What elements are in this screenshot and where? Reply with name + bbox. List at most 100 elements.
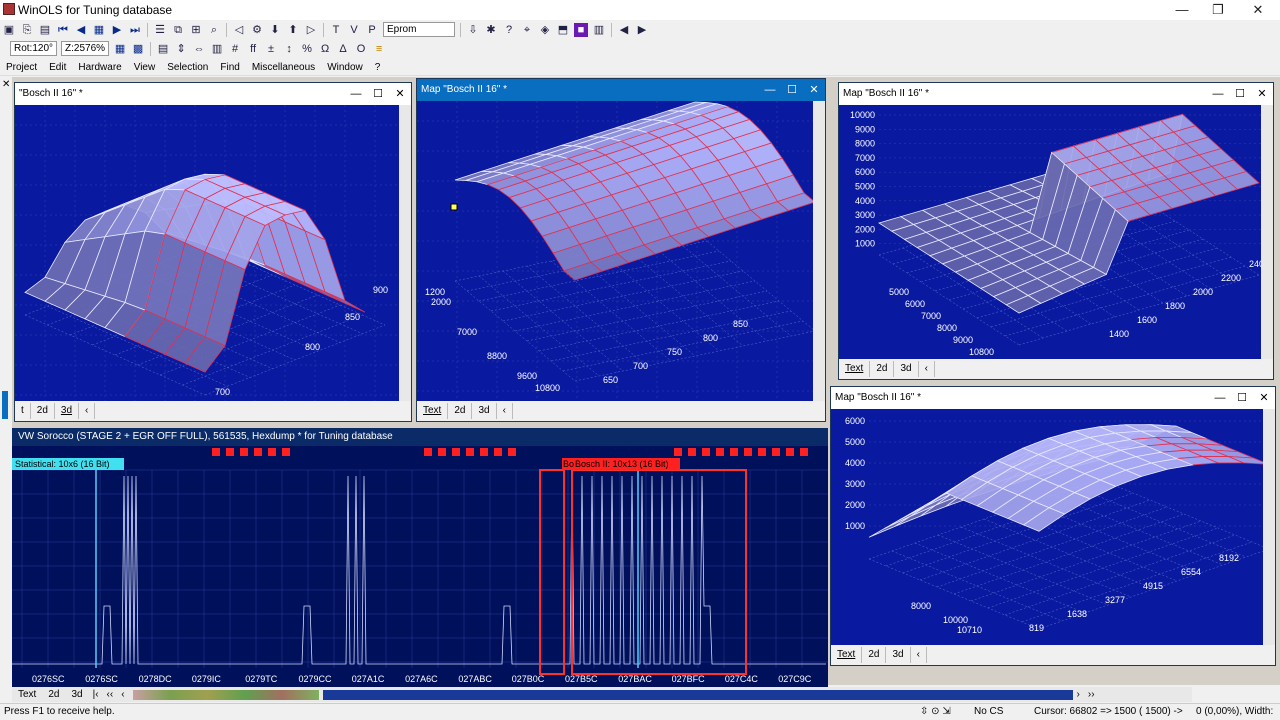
nav-right-icon[interactable]: ▶: [635, 23, 649, 37]
first-icon[interactable]: ⏮: [56, 23, 70, 37]
hexdump-graph[interactable]: Statistical: 10x6 (16 Bit) Bo Bosch II: 10…: [12, 446, 1131, 688]
vertical-scrollbar[interactable]: [1263, 409, 1275, 645]
diff-icon[interactable]: Δ: [336, 42, 350, 56]
forward-icon[interactable]: ▷: [304, 23, 318, 37]
maximize-icon[interactable]: ☐: [367, 83, 389, 105]
menu-find[interactable]: Find: [220, 62, 239, 73]
map-icon[interactable]: ◈: [538, 23, 552, 37]
hex-icon[interactable]: #: [228, 42, 242, 56]
p-icon[interactable]: P: [365, 23, 379, 37]
ff-icon[interactable]: ff: [246, 42, 260, 56]
minimize-button[interactable]: —: [1164, 0, 1200, 20]
close-icon[interactable]: ✕: [1251, 83, 1273, 105]
minimize-icon[interactable]: —: [759, 79, 781, 101]
columns-icon[interactable]: ▥: [592, 23, 606, 37]
next-icon[interactable]: ▶: [110, 23, 124, 37]
list-icon[interactable]: ☰: [153, 23, 167, 37]
scroll-left-icon[interactable]: ‹: [911, 647, 927, 663]
menu-selection[interactable]: Selection: [167, 62, 208, 73]
dock-arrow-icon[interactable]: [2, 391, 8, 419]
vertical-scrollbar[interactable]: [813, 101, 825, 401]
import-icon[interactable]: ⇩: [466, 23, 480, 37]
map-window-4[interactable]: Map "Bosch II 16" * — ☐ ✕ 6000 5000 4000 30…: [830, 386, 1276, 666]
view-3d-icon[interactable]: ▩: [131, 42, 145, 56]
original-icon[interactable]: Ω: [318, 42, 332, 56]
write-icon[interactable]: ⬆: [286, 23, 300, 37]
tab-2d[interactable]: 2d: [870, 361, 895, 377]
minimize-icon[interactable]: —: [1207, 83, 1229, 105]
vertical-scrollbar[interactable]: [1261, 105, 1273, 359]
tab-2d[interactable]: 2d: [42, 689, 65, 700]
map-window-1[interactable]: "Bosch II 16" * — ☐ ✕ 700 800 850 900 t 2d …: [14, 82, 412, 422]
map-window-2[interactable]: Map "Bosch II 16" * — ☐ ✕ 1200 2000 7000 88…: [416, 78, 826, 422]
tab-3d[interactable]: 3d: [886, 647, 911, 663]
scroll-left-icon[interactable]: ‹: [117, 689, 128, 700]
read-icon[interactable]: ⬇: [268, 23, 282, 37]
height-icon[interactable]: ⇕: [174, 42, 188, 56]
horizontal-scrollbar[interactable]: [322, 689, 1073, 700]
maximize-icon[interactable]: ☐: [1229, 83, 1251, 105]
minimize-icon[interactable]: —: [1209, 387, 1231, 409]
cols-icon[interactable]: ▥: [210, 42, 224, 56]
3d-plot[interactable]: 6000 5000 4000 3000 2000 1000 8000 10000 10710 81…: [831, 409, 1263, 645]
tab-2d[interactable]: 2d: [862, 647, 887, 663]
percent-icon[interactable]: %: [300, 42, 314, 56]
maximize-icon[interactable]: ☐: [781, 79, 803, 101]
menu-window[interactable]: Window: [327, 62, 363, 73]
maximize-icon[interactable]: ☐: [1231, 387, 1253, 409]
menu-project[interactable]: Project: [6, 62, 37, 73]
close-button[interactable]: ✕: [1240, 0, 1276, 20]
dock-close-icon[interactable]: ✕: [2, 79, 10, 90]
vertical-scrollbar[interactable]: [399, 105, 411, 401]
tab-3d[interactable]: 3d: [55, 403, 80, 419]
tab-3d[interactable]: 3d: [472, 403, 497, 419]
compare-icon[interactable]: ⧉: [171, 23, 185, 37]
menu-hardware[interactable]: Hardware: [78, 62, 121, 73]
scroll-right-icon[interactable]: ›: [1073, 689, 1084, 700]
menu-miscellaneous[interactable]: Miscellaneous: [252, 62, 315, 73]
palette-icon[interactable]: ≡: [372, 42, 386, 56]
map-window-3[interactable]: Map "Bosch II 16" * — ☐ ✕ 10000 9000 8000 7…: [838, 82, 1274, 380]
overview-strip[interactable]: [132, 689, 319, 700]
menu-view[interactable]: View: [134, 62, 156, 73]
checksum-icon[interactable]: ⊞: [189, 23, 203, 37]
restore-button[interactable]: ❐: [1200, 0, 1236, 20]
hexdump-window[interactable]: VW Sorocco (STAGE 2 + EGR OFF FULL), 561…: [12, 428, 1131, 688]
tab-2d[interactable]: 2d: [448, 403, 473, 419]
scroll-left-icon[interactable]: ‹: [79, 403, 96, 419]
close-icon[interactable]: ✕: [1253, 387, 1275, 409]
open-icon[interactable]: ⎘: [20, 23, 34, 37]
bulb-icon[interactable]: ✱: [484, 23, 498, 37]
view-2d-icon[interactable]: ▦: [113, 42, 127, 56]
scroll-left-icon[interactable]: ‹: [497, 403, 513, 419]
3d-plot[interactable]: 700 800 850 900: [15, 105, 399, 401]
tab-text[interactable]: Text: [417, 403, 449, 419]
v-icon[interactable]: V: [347, 23, 361, 37]
search-icon[interactable]: ⌕: [207, 23, 221, 37]
3d-plot[interactable]: 10000 9000 8000 7000 6000 5000 4000 3000 2000 100…: [839, 105, 1261, 359]
minimize-icon[interactable]: —: [345, 83, 367, 105]
table-icon[interactable]: ▤: [156, 42, 170, 56]
close-icon[interactable]: ✕: [803, 79, 825, 101]
project-icon[interactable]: ▣: [2, 23, 16, 37]
help-icon[interactable]: ?: [502, 23, 516, 37]
tab-2d[interactable]: 2d: [31, 403, 55, 419]
find-icon[interactable]: ⌖: [520, 23, 534, 37]
back-icon[interactable]: ◁: [232, 23, 246, 37]
3d-plot[interactable]: 1200 2000 7000 8800 9600 10800 650 700 750 800 850: [417, 101, 813, 401]
nav-left-icon[interactable]: ◀: [617, 23, 631, 37]
save-icon[interactable]: ▤: [38, 23, 52, 37]
t-icon[interactable]: T: [329, 23, 343, 37]
first-page-icon[interactable]: |‹: [89, 689, 103, 700]
tab-3d[interactable]: 3d: [894, 361, 919, 377]
grid-icon[interactable]: ▦: [92, 23, 106, 37]
prev-page-icon[interactable]: ‹‹: [103, 689, 118, 700]
menu-edit[interactable]: Edit: [49, 62, 66, 73]
eprom-dropdown[interactable]: Eprom: [383, 22, 455, 37]
orig-icon[interactable]: O: [354, 42, 368, 56]
next-page-icon[interactable]: ››: [1084, 689, 1099, 700]
lohi-icon[interactable]: ↕: [282, 42, 296, 56]
tab-text[interactable]: Text: [839, 361, 871, 377]
tab-text[interactable]: Text: [831, 647, 863, 663]
tab-text[interactable]: t: [15, 403, 31, 419]
